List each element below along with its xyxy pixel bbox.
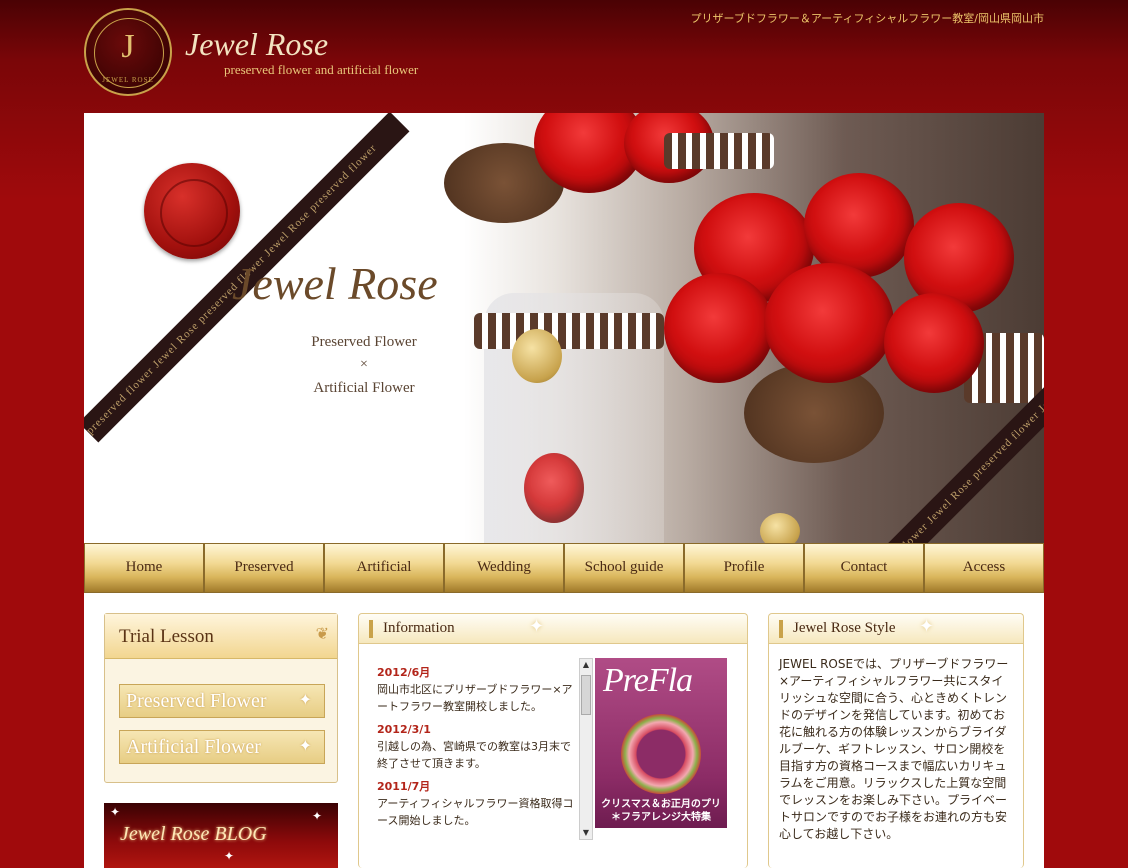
nav-home[interactable]: Home (84, 543, 204, 593)
news-date: 2011/7月 (377, 780, 431, 793)
main-nav: Home Preserved Artificial Wedding School… (84, 543, 1044, 593)
striped-ribbon (474, 313, 664, 349)
jewel-rose-style-panel: Jewel Rose Style ✦ JEWEL ROSEでは、プリザーブドフラ… (768, 613, 1024, 868)
hero-banner: preserved flower Jewel Rose preserved fl… (84, 113, 1044, 543)
trial-lesson-header: Trial Lesson ❦ (105, 614, 337, 659)
information-panel: Information ✦ 2012/6月 岡山市北区にプリザーブドフラワー×ア… (358, 613, 748, 868)
sparkle-icon: ✦ (224, 849, 235, 863)
scroll-down-arrow-icon[interactable]: ▼ (580, 827, 592, 839)
hero-title: Jewel Rose (232, 258, 438, 309)
rose-image (804, 173, 914, 278)
information-header: Information ✦ (359, 614, 747, 644)
header-accent-bar (369, 620, 373, 638)
style-description: JEWEL ROSEでは、プリザーブドフラワー×アーティフィシャルフラワー共にス… (779, 657, 1009, 841)
rose-image (764, 263, 894, 383)
sparkle-icon: ✦ (919, 616, 935, 637)
news-text: 引越しの為、宮崎県での教室は3月末で終了させて頂きます。 (377, 740, 571, 770)
nav-artificial[interactable]: Artificial (324, 543, 444, 593)
artificial-flower-button[interactable]: Artificial Flower ✦ (119, 730, 325, 764)
preserved-flower-label: Preserved Flower (126, 690, 267, 712)
site-header: J JEWEL ROSE Jewel Rose preserved flower… (0, 0, 1128, 112)
artificial-flower-label: Artificial Flower (126, 736, 261, 758)
magazine-cover-image[interactable]: PreFla クリスマス＆お正月のプリ＊フラアレンジ大特集 (595, 658, 727, 828)
wax-seal-image (144, 163, 240, 259)
logo-emblem[interactable]: J JEWEL ROSE (84, 8, 172, 96)
gold-tag-image (512, 329, 562, 383)
swirl-ornament-icon: ❦ (315, 624, 329, 643)
nav-profile[interactable]: Profile (684, 543, 804, 593)
information-title: Information (383, 620, 455, 636)
gold-tag-image (760, 513, 800, 543)
blog-banner-label: Jewel Rose BLOG (120, 823, 267, 845)
nav-school-guide[interactable]: School guide (564, 543, 684, 593)
hero-preserved-label: Preserved Flower (311, 334, 417, 350)
main-content: Trial Lesson ❦ Preserved Flower ✦ Artifi… (84, 593, 1044, 868)
nav-access[interactable]: Access (924, 543, 1044, 593)
striped-ribbon (664, 133, 774, 169)
sparkle-icon: ✦ (110, 805, 121, 819)
news-date: 2012/3/1 (377, 723, 431, 736)
magazine-caption: クリスマス＆お正月のプリ＊フラアレンジ大特集 (601, 799, 721, 823)
header-tagline: プリザーブドフラワー＆アーティフィシャルフラワー教室/岡山県岡山市 (690, 12, 1044, 25)
preserved-flower-button[interactable]: Preserved Flower ✦ (119, 684, 325, 718)
wax-seal-rose (160, 179, 228, 247)
scroll-up-arrow-icon[interactable]: ▲ (580, 659, 592, 671)
trial-lesson-panel: Trial Lesson ❦ Preserved Flower ✦ Artifi… (104, 613, 338, 783)
news-text: アーティフィシャルフラワー資格取得コース開始しました。 (377, 797, 574, 827)
news-list[interactable]: 2012/6月 岡山市北区にプリザーブドフラワー×アートフラワー教室開校しました… (377, 658, 577, 848)
hero-artificial-label: Artificial Flower (313, 380, 415, 396)
news-text: 岡山市北区にプリザーブドフラワー×アートフラワー教室開校しました。 (377, 683, 573, 713)
logo-sub: JEWEL ROSE (102, 76, 154, 84)
nav-preserved[interactable]: Preserved (204, 543, 324, 593)
blog-banner[interactable]: ✦ ✦ ✦ Jewel Rose BLOG (104, 803, 338, 868)
sparkle-icon: ✦ (312, 809, 323, 823)
sparkle-icon: ✦ (298, 738, 312, 755)
news-scrollbar[interactable]: ▲ ▼ (579, 658, 593, 840)
logo-title[interactable]: Jewel Rose (185, 26, 328, 63)
logo-letter: J (121, 28, 135, 65)
style-title: Jewel Rose Style (793, 620, 896, 636)
news-date: 2012/6月 (377, 666, 431, 679)
rose-image (884, 293, 984, 393)
wreath-image (621, 714, 701, 794)
rose-image (664, 273, 774, 383)
nav-wedding[interactable]: Wedding (444, 543, 564, 593)
magazine-title: PreFla (603, 662, 693, 699)
sparkle-icon: ✦ (298, 692, 312, 709)
rose-petal-image (524, 453, 584, 523)
trial-lesson-title: Trial Lesson (119, 626, 214, 647)
nav-contact[interactable]: Contact (804, 543, 924, 593)
scroll-thumb[interactable] (581, 675, 591, 715)
hero-times-symbol: × (360, 357, 368, 372)
header-accent-bar (779, 620, 783, 638)
style-header: Jewel Rose Style ✦ (769, 614, 1023, 644)
sparkle-icon: ✦ (529, 616, 545, 637)
logo-tagline: preserved flower and artificial flower (224, 62, 419, 77)
